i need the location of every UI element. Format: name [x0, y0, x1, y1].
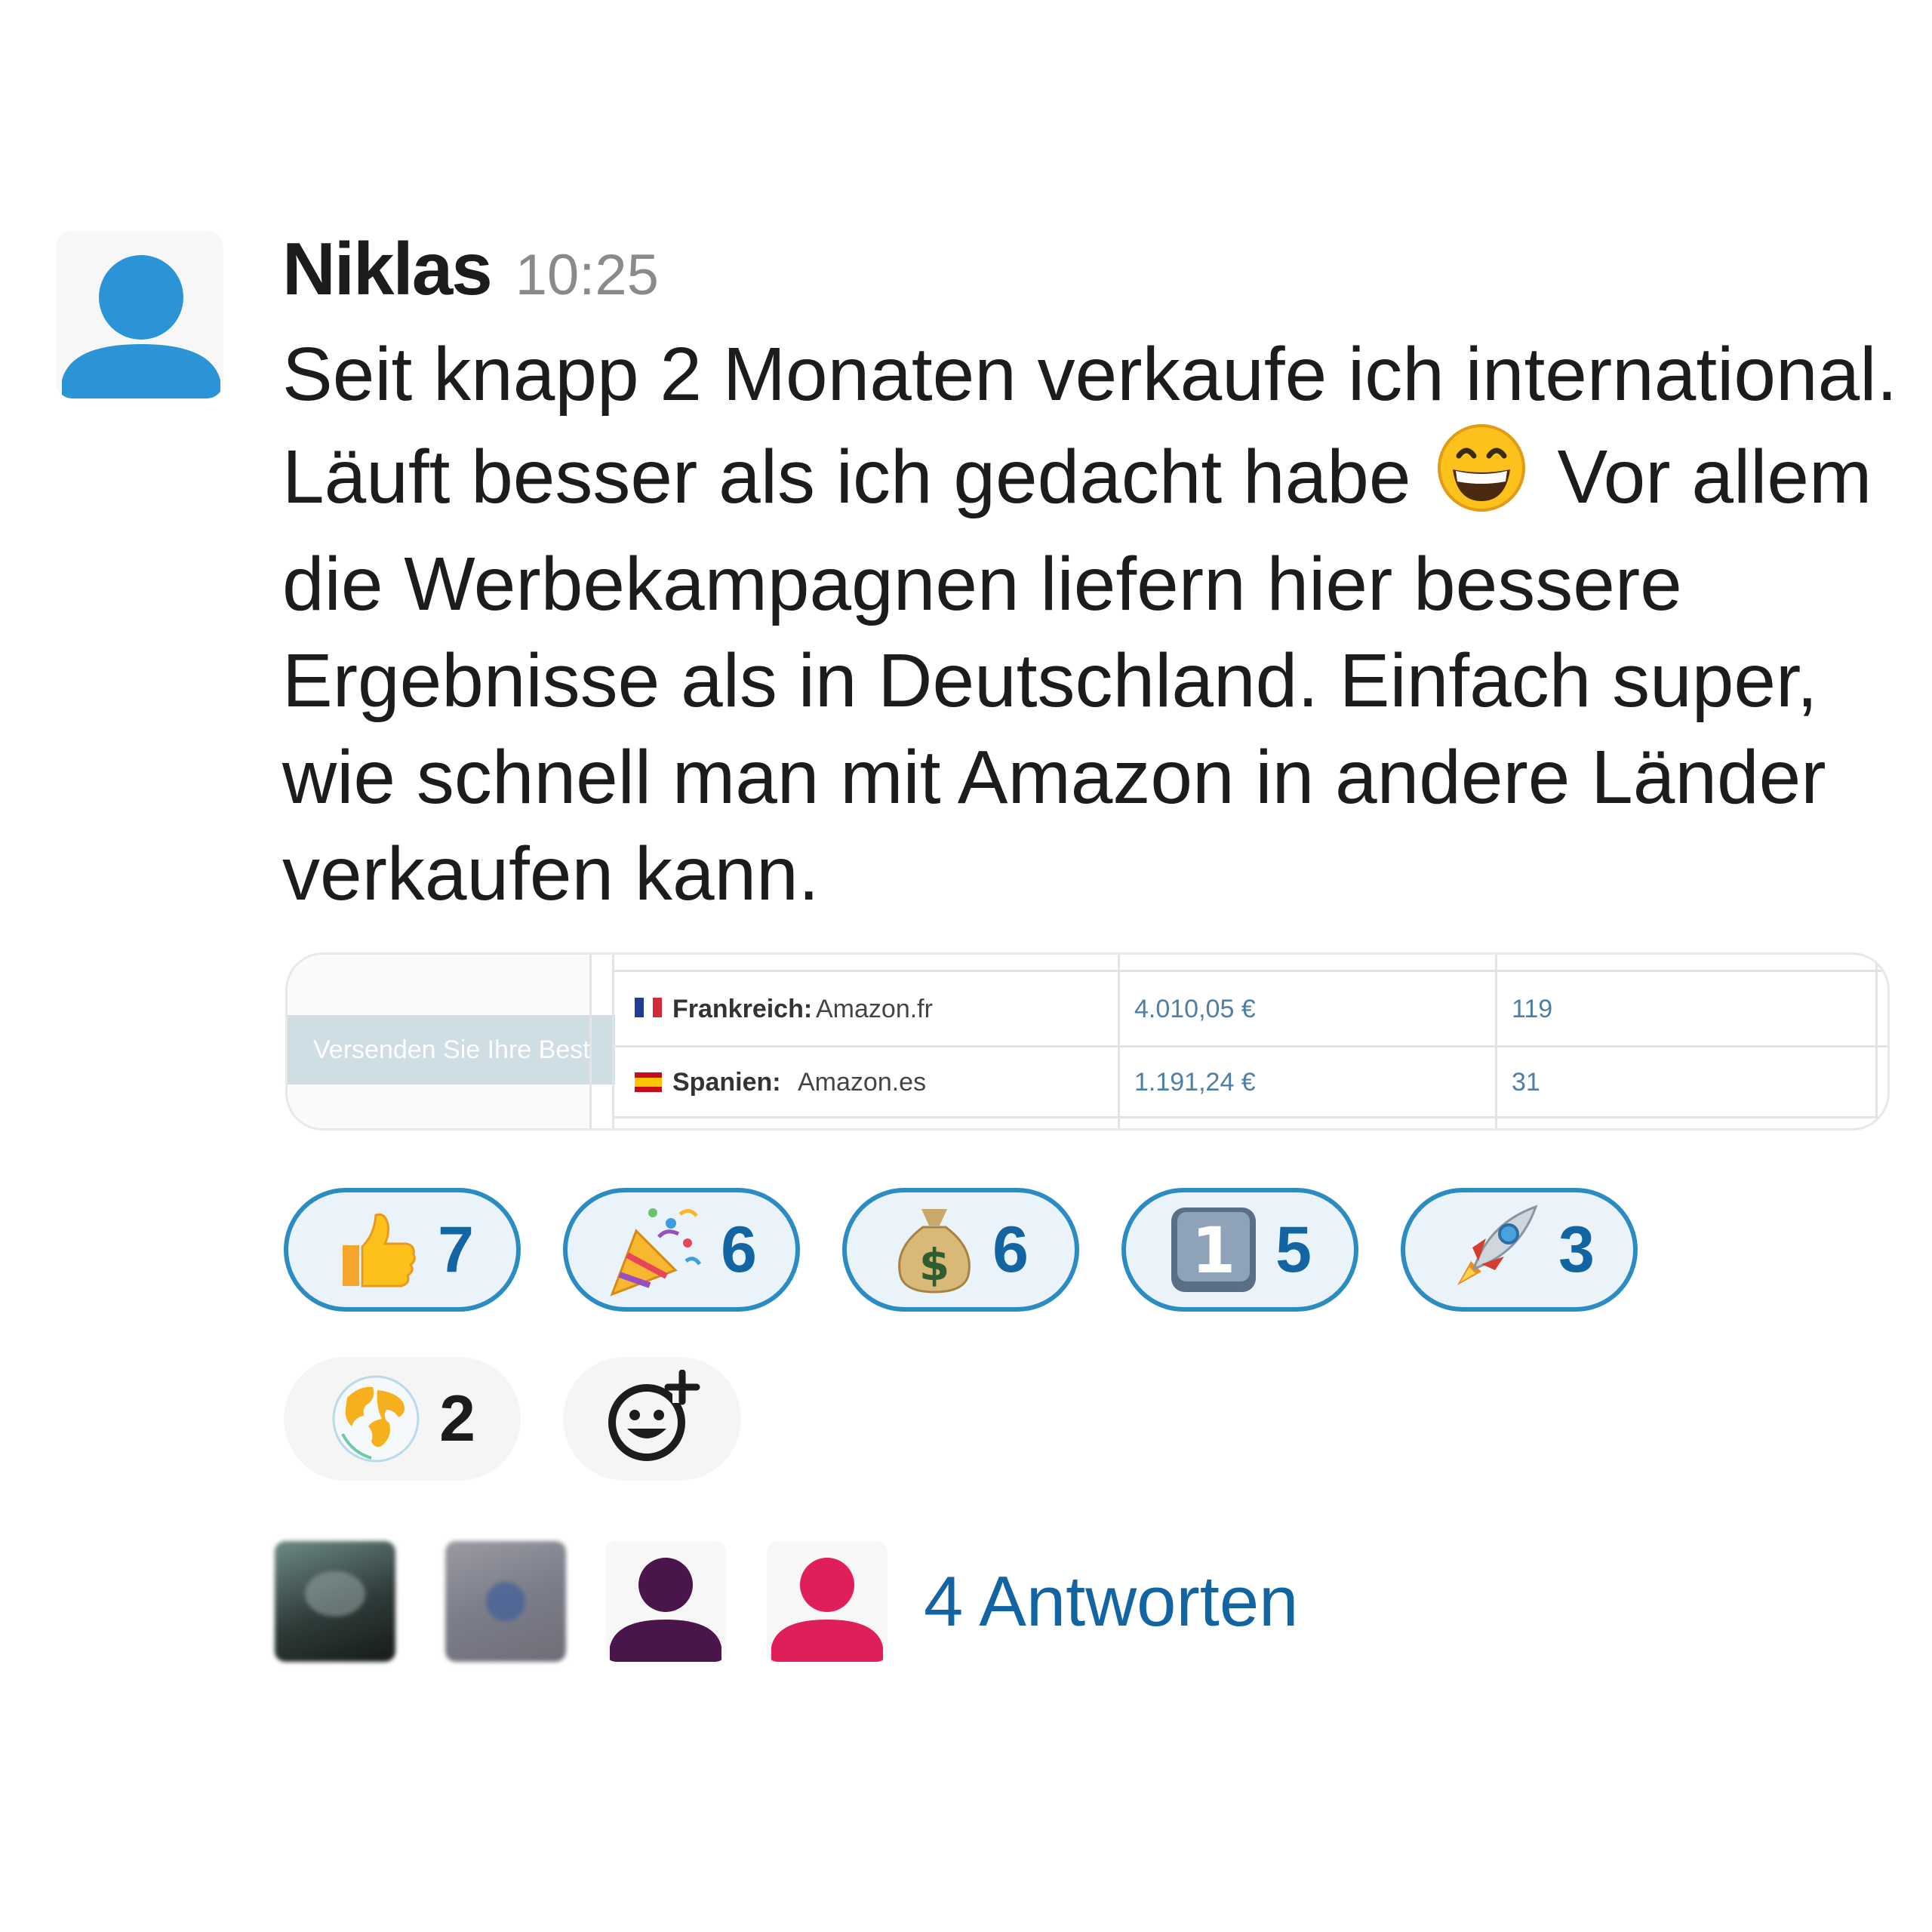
revenue-value: 1.191,24 € [1134, 1068, 1256, 1097]
marketplace-site: Amazon.es [798, 1068, 927, 1097]
thumbs-up-icon [343, 1213, 416, 1287]
rocket-icon [1457, 1204, 1538, 1285]
table-row: Frankreich: Amazon.fr 4.010,05 € 119 [612, 975, 1887, 1043]
reaction-count: 6 [721, 1213, 757, 1286]
svg-text:$: $ [919, 1239, 949, 1291]
table-divider [612, 970, 1887, 972]
user-icon [771, 1558, 883, 1662]
reaction-globe[interactable]: 2 [284, 1357, 521, 1481]
country-name: Frankreich: [672, 995, 813, 1023]
author-avatar[interactable] [56, 231, 223, 398]
preview-banner: Versenden Sie Ihre Best [288, 1015, 615, 1084]
country-name: Spanien: [672, 1068, 781, 1097]
revenue-value: 4.010,05 € [1134, 995, 1256, 1023]
marketplace-site: Amazon.fr [816, 995, 933, 1023]
units-value: 31 [1512, 1068, 1540, 1097]
reaction-rocket[interactable]: 3 [1401, 1188, 1638, 1312]
user-photo-icon [486, 1582, 525, 1621]
add-reaction-button[interactable] [563, 1357, 741, 1481]
svg-text:1: 1 [1192, 1214, 1235, 1287]
reply-avatar[interactable] [605, 1541, 726, 1662]
message-text: Seit knapp 2 Monaten verkaufe ich intern… [282, 326, 1905, 922]
table-divider [589, 955, 592, 1128]
units-value: 119 [1512, 995, 1553, 1023]
user-photo-icon [305, 1571, 365, 1617]
reaction-count: 5 [1275, 1213, 1312, 1286]
table-divider [612, 1045, 1887, 1048]
table-row: Spanien: Amazon.es 1.191,24 € 31 [612, 1048, 1887, 1116]
reply-avatar[interactable] [275, 1541, 395, 1662]
globe-icon [332, 1375, 420, 1463]
reaction-keycap-one[interactable]: 1 5 [1121, 1188, 1358, 1312]
reply-avatar[interactable] [445, 1541, 566, 1662]
reaction-count: 3 [1558, 1213, 1595, 1286]
author-name[interactable]: Niklas [282, 226, 493, 312]
user-icon [610, 1558, 721, 1662]
reaction-count: 7 [438, 1213, 474, 1286]
keycap-one-icon: 1 [1171, 1208, 1257, 1292]
grinning-face-icon [1436, 423, 1527, 536]
replies-link[interactable]: 4 Antworten [924, 1561, 1298, 1642]
party-popper-icon [610, 1208, 702, 1297]
message-header: Niklas 10:25 [282, 226, 1905, 325]
france-flag-icon [635, 998, 662, 1017]
user-icon [62, 255, 220, 398]
table-divider [612, 1116, 1887, 1118]
reply-avatar[interactable] [767, 1541, 888, 1662]
reaction-party-popper[interactable]: 6 [563, 1188, 800, 1312]
spain-flag-icon [635, 1072, 662, 1092]
add-reaction-icon [608, 1370, 700, 1461]
preview-left-panel: Versenden Sie Ihre Best [288, 955, 615, 1128]
message: Niklas 10:25 Seit knapp 2 Monaten verkau… [282, 226, 1905, 922]
timestamp[interactable]: 10:25 [515, 242, 659, 308]
reaction-thumbs-up[interactable]: 7 [284, 1188, 521, 1312]
reaction-count: 2 [439, 1382, 475, 1455]
reaction-money-bag[interactable]: $ 6 [842, 1188, 1079, 1312]
reaction-count: 6 [992, 1213, 1029, 1286]
attachment-preview[interactable]: Versenden Sie Ihre Best Frankreich: Amaz… [285, 952, 1890, 1131]
money-bag-icon: $ [898, 1209, 971, 1294]
